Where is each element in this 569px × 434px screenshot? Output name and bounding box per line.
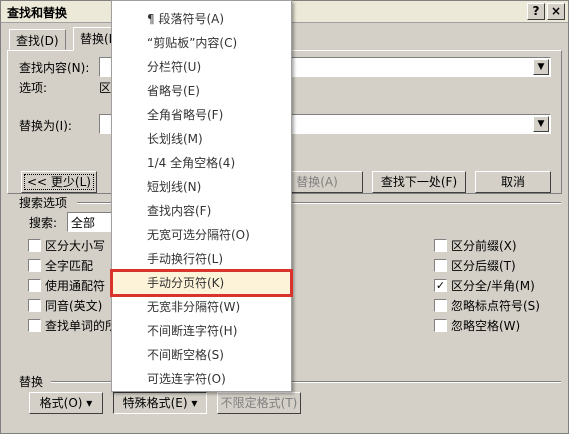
wildcards-label: 使用通配符 bbox=[45, 279, 106, 293]
match-suffix-checkbox[interactable] bbox=[434, 259, 447, 272]
replace-dropdown-icon[interactable]: ▼ bbox=[533, 116, 549, 132]
tab-find[interactable]: 查找(D) bbox=[9, 29, 66, 50]
word-forms-checkbox[interactable] bbox=[28, 319, 41, 332]
search-select-value: 全部 bbox=[71, 216, 96, 230]
menu-item-zw-non-break[interactable]: 无宽非分隔符(W) bbox=[112, 295, 291, 319]
dialog-title: 查找和替换 bbox=[7, 6, 68, 20]
whole-word-checkbox[interactable] bbox=[28, 259, 41, 272]
menu-item-column-break[interactable]: 分栏符(U) bbox=[112, 55, 291, 79]
menu-item-nonbreaking-hyphen[interactable]: 不间断连字符(H) bbox=[112, 319, 291, 343]
ignore-space-checkbox[interactable] bbox=[434, 319, 447, 332]
match-prefix-label: 区分前缀(X) bbox=[451, 239, 517, 253]
menu-item-paragraph-mark[interactable]: ¶ 段落符号(A) bbox=[112, 7, 291, 31]
sounds-like-checkbox[interactable] bbox=[28, 299, 41, 312]
menu-item-em-dash[interactable]: 长划线(M) bbox=[112, 127, 291, 151]
menu-item-find-what[interactable]: 查找内容(F) bbox=[112, 199, 291, 223]
wildcards-checkbox[interactable] bbox=[28, 279, 41, 292]
options-label: 选项: bbox=[19, 81, 48, 95]
menu-item-en-dash[interactable]: 短划线(N) bbox=[112, 175, 291, 199]
find-label: 查找内容(N): bbox=[19, 61, 90, 75]
special-format-menu: ¶ 段落符号(A) “剪贴板”内容(C) 分栏符(U) 省略号(E) 全角省略号… bbox=[110, 0, 293, 392]
no-format-button[interactable]: 不限定格式(T) bbox=[217, 392, 301, 414]
less-button[interactable]: << 更少(L) bbox=[21, 171, 97, 193]
menu-item-nonbreaking-space[interactable]: 不间断空格(S) bbox=[112, 343, 291, 367]
menu-item-full-ellipsis[interactable]: 全角省略号(F) bbox=[112, 103, 291, 127]
format-button[interactable]: 格式(O) ▾ bbox=[29, 392, 103, 414]
match-suffix-label: 区分后缀(T) bbox=[451, 259, 516, 273]
menu-item-clipboard[interactable]: “剪贴板”内容(C) bbox=[112, 31, 291, 55]
replace-label: 替换为(I): bbox=[19, 119, 72, 133]
cancel-button[interactable]: 取消 bbox=[475, 171, 551, 193]
find-next-button[interactable]: 查找下一处(F) bbox=[372, 171, 466, 193]
menu-item-manual-page-break[interactable]: 手动分页符(K) bbox=[110, 269, 293, 297]
options-value: 区 bbox=[99, 81, 112, 95]
full-half-width-checkbox[interactable]: ✓ bbox=[434, 279, 447, 292]
ignore-punct-checkbox[interactable] bbox=[434, 299, 447, 312]
ignore-space-label: 忽略空格(W) bbox=[451, 319, 521, 333]
menu-item-quarter-space[interactable]: 1/4 全角空格(4) bbox=[112, 151, 291, 175]
find-dropdown-icon[interactable]: ▼ bbox=[533, 59, 549, 75]
full-half-width-label: 区分全/半角(M) bbox=[451, 279, 535, 293]
whole-word-label: 全字匹配 bbox=[45, 259, 94, 273]
special-button[interactable]: 特殊格式(E) ▾ bbox=[113, 392, 207, 414]
sounds-like-label: 同音(英文) bbox=[45, 299, 103, 313]
menu-item-zw-optional-break[interactable]: 无宽可选分隔符(O) bbox=[112, 223, 291, 247]
search-label: 搜索: bbox=[29, 216, 58, 230]
replace-section-heading: 替换 bbox=[19, 375, 44, 389]
word-forms-label: 查找单词的所 bbox=[45, 319, 118, 333]
menu-item-ellipsis[interactable]: 省略号(E) bbox=[112, 79, 291, 103]
help-button[interactable]: ? bbox=[527, 3, 545, 20]
ignore-punct-label: 忽略标点符号(S) bbox=[451, 299, 540, 313]
menu-item-manual-line-break[interactable]: 手动换行符(L) bbox=[112, 247, 291, 271]
match-case-label: 区分大小写 bbox=[45, 239, 106, 253]
match-prefix-checkbox[interactable] bbox=[434, 239, 447, 252]
match-case-checkbox[interactable] bbox=[28, 239, 41, 252]
search-options-heading: 搜索选项 bbox=[19, 196, 68, 210]
close-button[interactable]: × bbox=[547, 3, 565, 20]
menu-item-optional-hyphen[interactable]: 可选连字符(O) bbox=[112, 367, 291, 391]
